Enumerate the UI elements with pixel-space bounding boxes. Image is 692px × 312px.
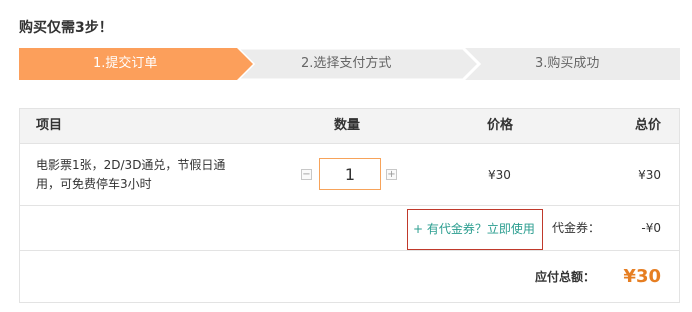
header-item: 项目 bbox=[36, 118, 63, 133]
coupon-value: -¥0 bbox=[641, 221, 661, 235]
header-total: 总价 bbox=[634, 118, 661, 133]
row-total-price: ¥30 bbox=[638, 168, 661, 182]
checkout-steps: 1.提交订单 2.选择支付方式 3.购买成功 bbox=[19, 48, 680, 80]
step-3-label: 3.购买成功 bbox=[535, 56, 600, 71]
coupon-label: 代金券： bbox=[552, 221, 601, 235]
order-table: 项目 数量 价格 总价 电影票1张，2D/3D通兑，节假日通用，可免费停车3小时… bbox=[19, 108, 680, 303]
coupon-highlight-box: + 有代金券？立即使用 bbox=[407, 209, 543, 250]
quantity-decrease-button[interactable]: − bbox=[301, 169, 312, 180]
table-row: 电影票1张，2D/3D通兑，节假日通用，可免费停车3小时 − + ¥30 ¥30 bbox=[20, 144, 679, 206]
coupon-row: + 有代金券？立即使用 代金券： -¥0 bbox=[20, 206, 679, 251]
item-description: 电影票1张，2D/3D通兑，节假日通用，可免费停车3小时 bbox=[36, 158, 226, 191]
step-1-label: 1.提交订单 bbox=[93, 56, 158, 71]
table-header: 项目 数量 价格 总价 bbox=[20, 109, 679, 144]
step-2-label: 2.选择支付方式 bbox=[301, 56, 392, 71]
total-row: 应付总额： ¥30 bbox=[20, 251, 679, 303]
quantity-input[interactable] bbox=[319, 158, 381, 190]
page-title: 购买仅需3步！ bbox=[19, 20, 113, 36]
unit-price: ¥30 bbox=[488, 168, 511, 182]
amount-due-label: 应付总额： bbox=[535, 270, 596, 284]
header-quantity: 数量 bbox=[334, 118, 361, 133]
quantity-increase-button[interactable]: + bbox=[386, 169, 397, 180]
use-coupon-link[interactable]: + 有代金券？立即使用 bbox=[413, 210, 535, 249]
header-price: 价格 bbox=[487, 118, 514, 133]
amount-due-value: ¥30 bbox=[623, 266, 661, 287]
